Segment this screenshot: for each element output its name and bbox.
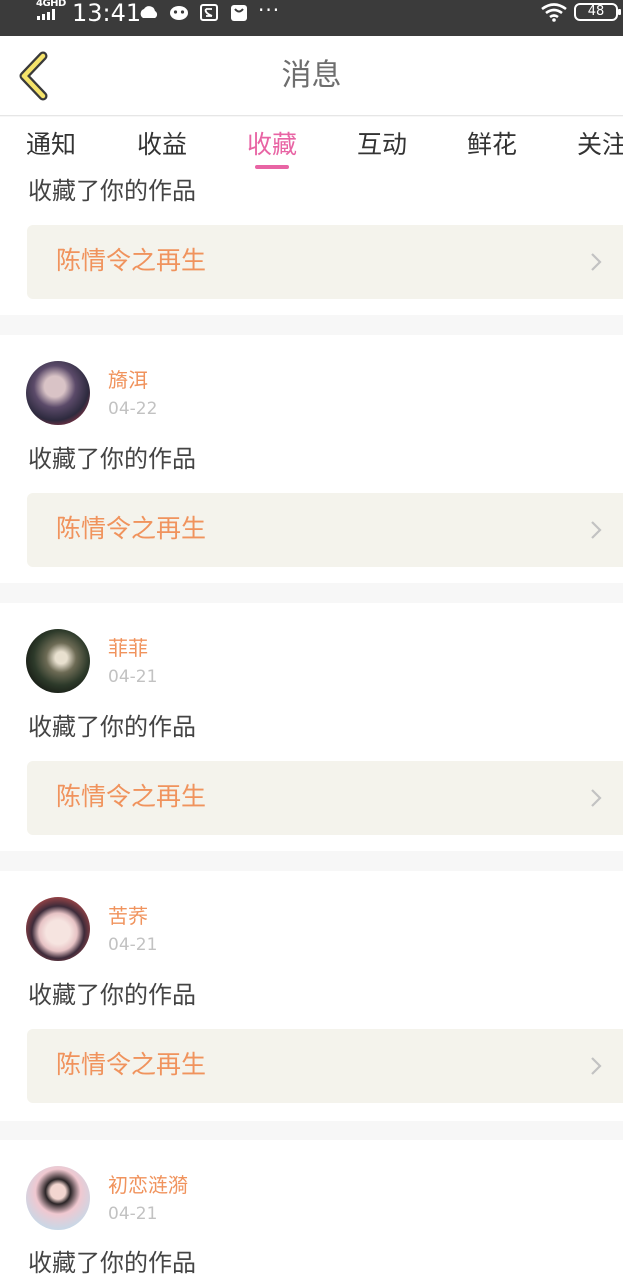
- message-text: 收藏了你的作品: [28, 1249, 196, 1277]
- cloud-icon: [140, 6, 158, 18]
- chevron-right-icon: [591, 521, 602, 539]
- more-notifications-icon: ···: [258, 0, 281, 22]
- tab-follows[interactable]: 关注: [577, 125, 623, 165]
- message-text: 收藏了你的作品: [28, 713, 196, 741]
- message-text: 收藏了你的作品: [28, 177, 196, 205]
- chevron-right-icon: [591, 789, 602, 807]
- message-card: 初恋涟漪 04-21 收藏了你的作品: [0, 1140, 623, 1280]
- work-title: 陈情令之再生: [56, 1050, 207, 1079]
- work-link[interactable]: 陈情令之再生: [27, 761, 623, 835]
- screenshot-app-icon: [200, 4, 218, 21]
- message-card: 收藏了你的作品 陈情令之再生: [0, 177, 623, 315]
- message-date: 04-21: [108, 935, 158, 955]
- status-time: 13:41: [72, 0, 142, 27]
- tab-bar: 通知 收益 收藏 互动 鲜花 关注: [0, 117, 623, 177]
- avatar[interactable]: [26, 629, 90, 693]
- network-type: 4GHD: [36, 0, 66, 9]
- message-text: 收藏了你的作品: [28, 981, 196, 1009]
- message-date: 04-21: [108, 667, 158, 687]
- user-name[interactable]: 菲菲: [108, 635, 148, 661]
- shopping-bag-icon: [231, 5, 247, 21]
- tab-flowers[interactable]: 鲜花: [467, 125, 517, 165]
- work-link[interactable]: 陈情令之再生: [27, 225, 623, 299]
- message-text: 收藏了你的作品: [28, 445, 196, 473]
- user-name[interactable]: 苦荞: [108, 903, 148, 929]
- tab-favorites[interactable]: 收藏: [247, 125, 297, 165]
- user-name[interactable]: 初恋涟漪: [108, 1172, 188, 1198]
- header-bar: 消息: [0, 36, 623, 116]
- signal-icon: [37, 9, 65, 20]
- chevron-right-icon: [591, 253, 602, 271]
- message-card: 旖洱 04-22 收藏了你的作品 陈情令之再生: [0, 335, 623, 583]
- app-notification-icon: [170, 6, 188, 20]
- work-link[interactable]: 陈情令之再生: [27, 493, 623, 567]
- message-card: 菲菲 04-21 收藏了你的作品 陈情令之再生: [0, 603, 623, 851]
- chevron-right-icon: [591, 1057, 602, 1075]
- work-title: 陈情令之再生: [56, 246, 207, 275]
- work-title: 陈情令之再生: [56, 782, 207, 811]
- status-bar: 4GHD 13:41 ··· 48: [0, 0, 623, 36]
- message-date: 04-21: [108, 1204, 158, 1224]
- active-tab-indicator: [255, 165, 289, 169]
- tab-interactions[interactable]: 互动: [357, 125, 407, 165]
- tab-earnings[interactable]: 收益: [137, 125, 187, 165]
- message-card: 苦荞 04-21 收藏了你的作品 陈情令之再生: [0, 871, 623, 1121]
- avatar[interactable]: [26, 361, 90, 425]
- work-title: 陈情令之再生: [56, 514, 207, 543]
- avatar[interactable]: [26, 1166, 90, 1230]
- message-date: 04-22: [108, 399, 158, 419]
- wifi-icon: [541, 3, 567, 22]
- work-link[interactable]: 陈情令之再生: [27, 1029, 623, 1103]
- page-title: 消息: [281, 58, 342, 93]
- avatar[interactable]: [26, 897, 90, 961]
- tab-notifications[interactable]: 通知: [26, 125, 76, 165]
- battery-icon: 48: [574, 3, 621, 21]
- user-name[interactable]: 旖洱: [108, 367, 148, 393]
